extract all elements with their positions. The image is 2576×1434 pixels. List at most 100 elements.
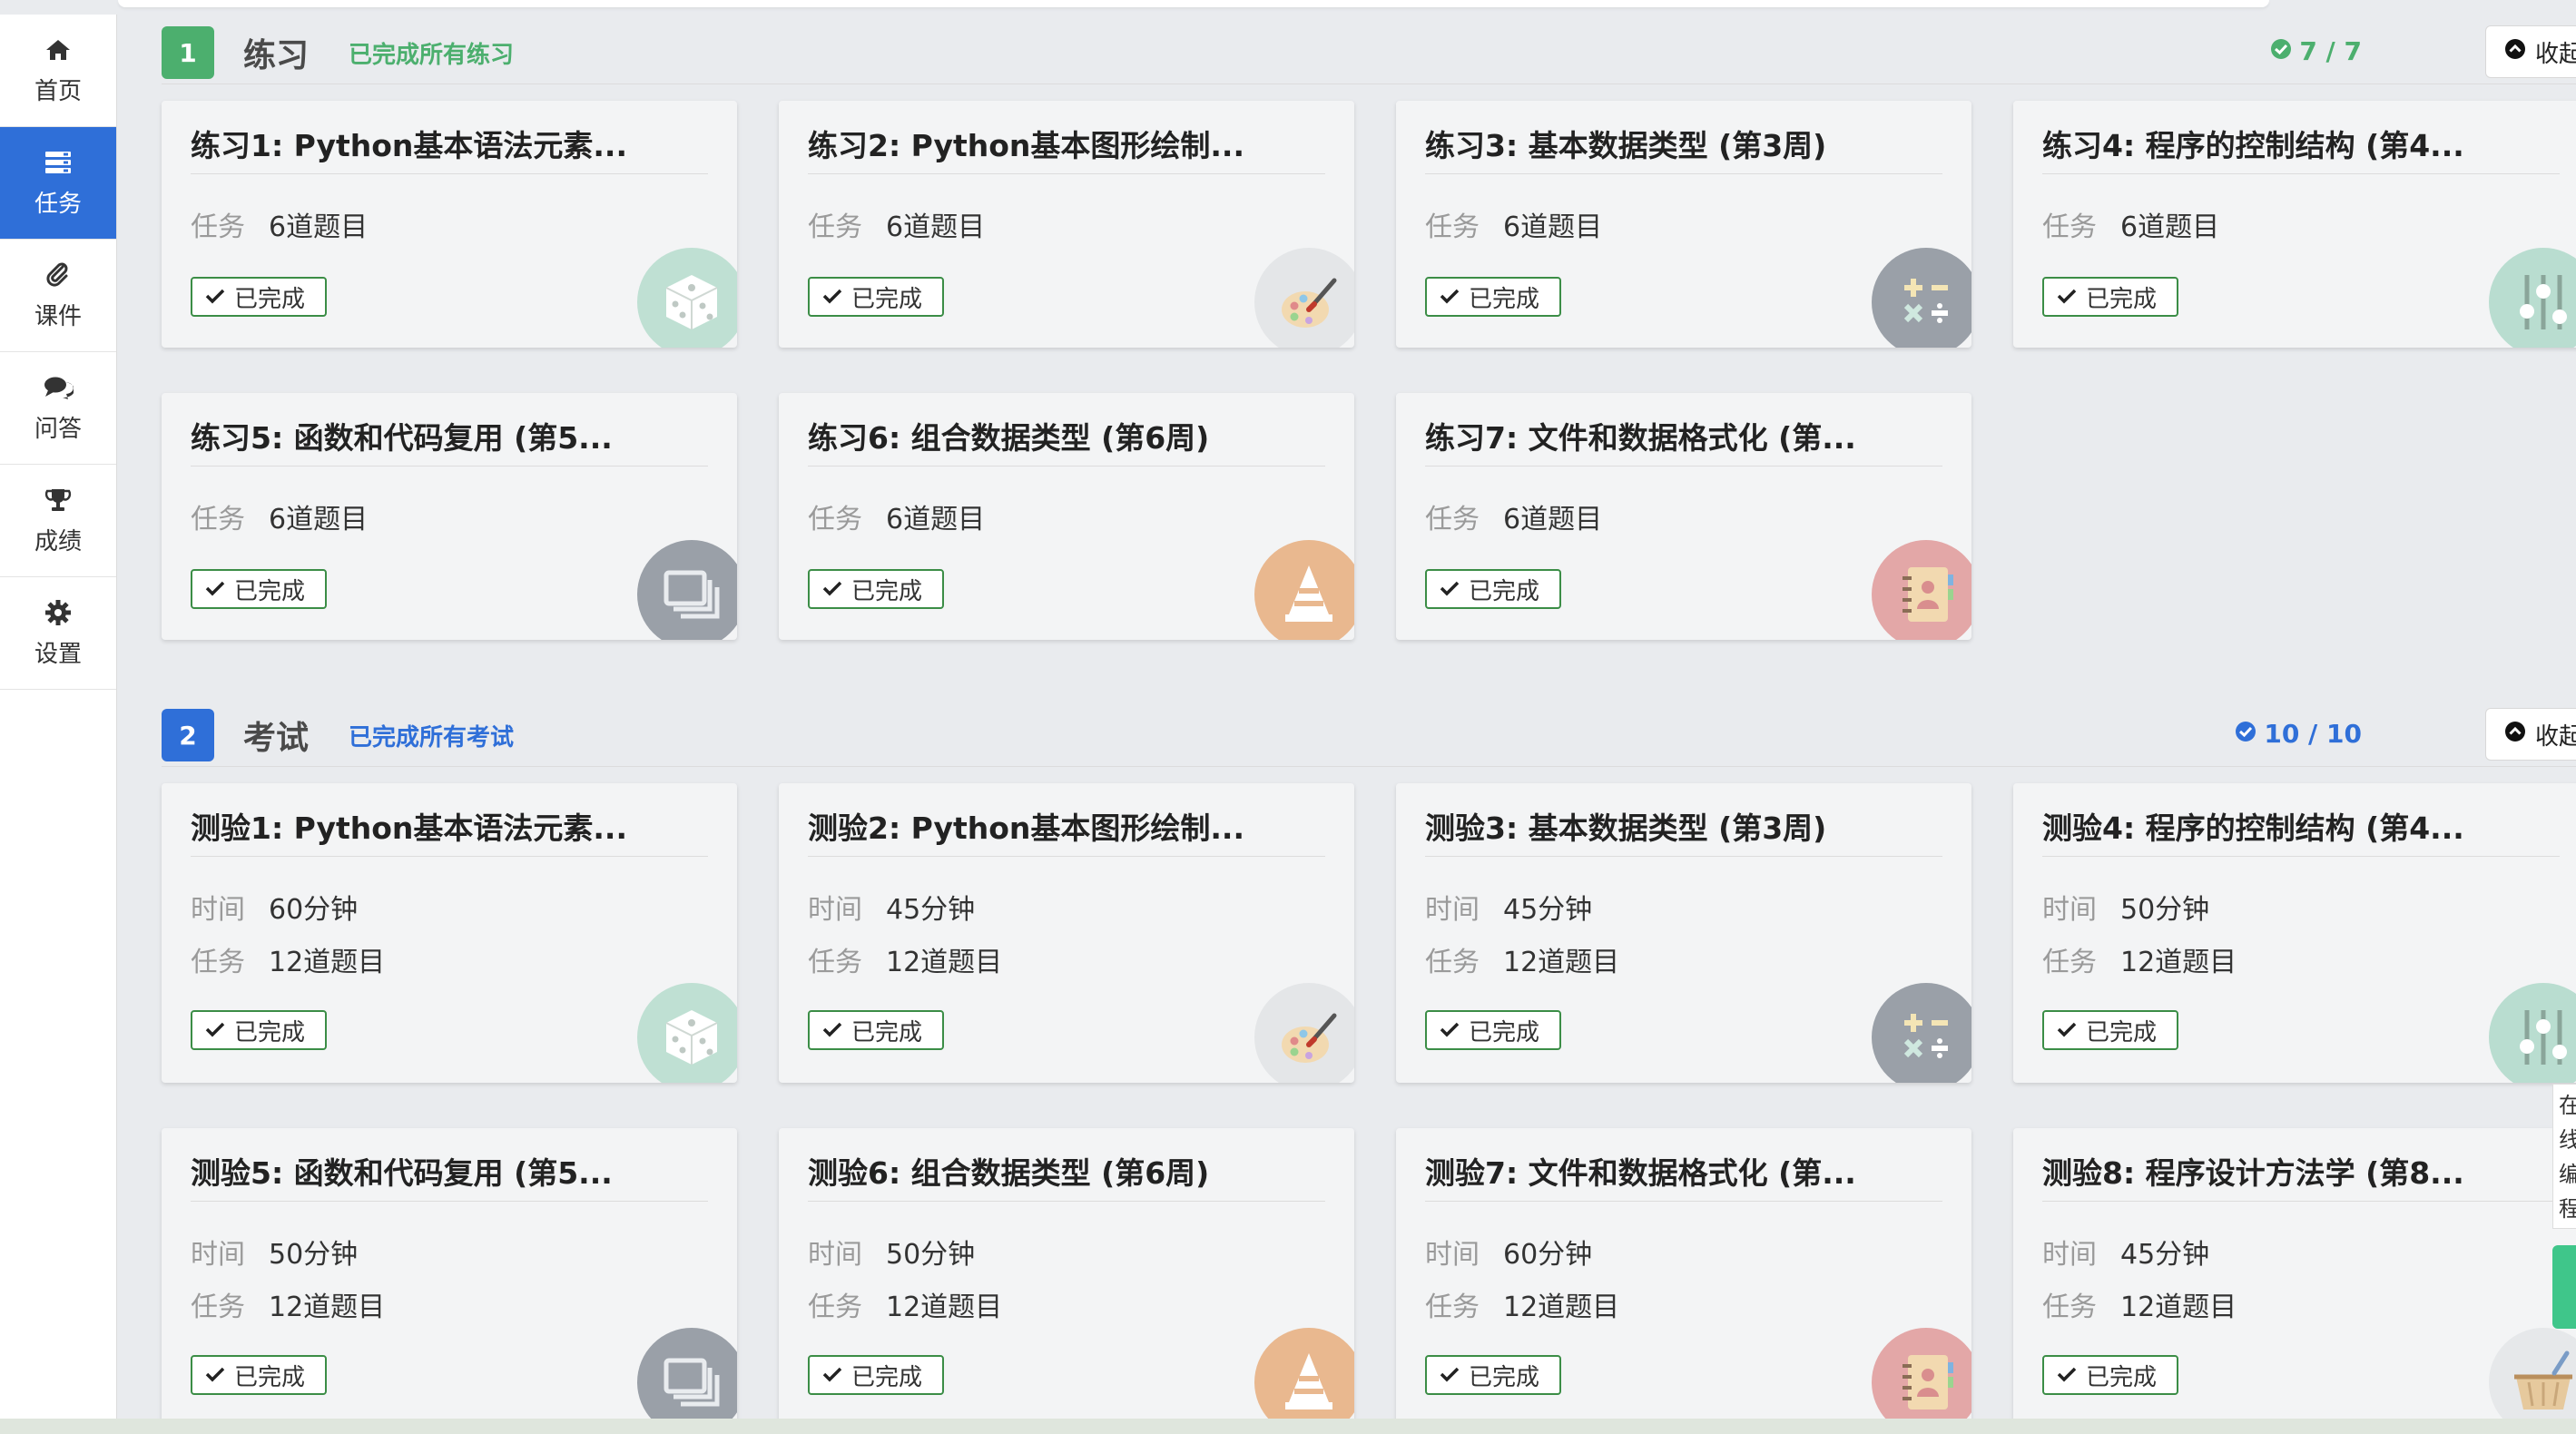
info-value: 6道题目 bbox=[2120, 211, 2220, 243]
completed-label: 已完成 bbox=[1469, 285, 1540, 313]
check-icon bbox=[822, 283, 842, 310]
check-icon bbox=[822, 1361, 842, 1389]
card-title: 练习1: Python基本语法元素... bbox=[191, 119, 708, 174]
completed-label: 已完成 bbox=[234, 1363, 306, 1391]
check-icon bbox=[1440, 1017, 1460, 1044]
progress-count-text: 7 / 7 bbox=[2299, 36, 2362, 66]
task-card[interactable]: 练习7: 文件和数据格式化 (第... 任务 6道题目 已完成 bbox=[1396, 393, 1971, 640]
trophy-icon bbox=[43, 485, 74, 516]
task-card[interactable]: 练习5: 函数和代码复用 (第5... 任务 6道题目 已完成 bbox=[162, 393, 737, 640]
task-card[interactable]: 练习2: Python基本图形绘制... 任务 6道题目 已完成 bbox=[779, 101, 1354, 348]
collapse-button[interactable]: 收起 bbox=[2485, 25, 2576, 78]
collapse-button[interactable]: 收起 bbox=[2485, 708, 2576, 761]
completed-badge: 已完成 bbox=[191, 1010, 328, 1050]
info-label: 时间 bbox=[808, 894, 862, 926]
nav-home[interactable]: 首页 bbox=[0, 15, 116, 127]
nav-item-label: 课件 bbox=[34, 303, 82, 330]
nav-settings[interactable]: 设置 bbox=[0, 577, 116, 690]
completed-badge: 已完成 bbox=[1425, 277, 1562, 317]
dice-icon bbox=[637, 248, 737, 348]
info-value: 12道题目 bbox=[886, 1292, 1003, 1323]
info-value: 12道题目 bbox=[1503, 1292, 1620, 1323]
task-card[interactable]: 测验1: Python基本语法元素... 时间 60分钟 任务 12道题目 已完成 bbox=[162, 783, 737, 1083]
task-card[interactable]: 测验5: 函数和代码复用 (第5... 时间 50分钟 任务 12道题目 已完成 bbox=[162, 1128, 737, 1419]
task-card[interactable]: 练习1: Python基本语法元素... 任务 6道题目 已完成 bbox=[162, 101, 737, 348]
card-title: 练习4: 程序的控制结构 (第4... bbox=[2042, 119, 2560, 174]
card-title: 测验6: 组合数据类型 (第6周) bbox=[808, 1146, 1325, 1202]
card-info-row: 时间 45分钟 bbox=[2042, 1232, 2209, 1272]
card-info-row: 时间 45分钟 bbox=[1425, 887, 1592, 927]
completed-badge: 已完成 bbox=[808, 277, 945, 317]
card-title: 练习3: 基本数据类型 (第3周) bbox=[1425, 119, 1942, 174]
task-card[interactable]: 测验4: 程序的控制结构 (第4... 时间 50分钟 任务 12道题目 已完成 bbox=[2013, 783, 2576, 1083]
completed-badge: 已完成 bbox=[808, 1355, 945, 1395]
completed-label: 已完成 bbox=[851, 577, 923, 605]
check-icon bbox=[1440, 575, 1460, 603]
windows-icon bbox=[637, 1328, 737, 1419]
info-label: 时间 bbox=[2042, 1239, 2097, 1271]
floating-help-button[interactable] bbox=[2552, 1245, 2576, 1329]
check-icon bbox=[2057, 1361, 2077, 1389]
card-title: 练习6: 组合数据类型 (第6周) bbox=[808, 411, 1325, 467]
card-info-row: 时间 60分钟 bbox=[1425, 1232, 1592, 1272]
nav-courseware[interactable]: 课件 bbox=[0, 240, 116, 352]
info-value: 6道题目 bbox=[269, 211, 369, 243]
task-card[interactable]: 测验7: 文件和数据格式化 (第... 时间 60分钟 任务 12道题目 已完成 bbox=[1396, 1128, 1971, 1419]
basket-icon bbox=[2489, 1328, 2576, 1419]
completed-badge: 已完成 bbox=[1425, 1355, 1562, 1395]
card-info-row: 任务 12道题目 bbox=[191, 1284, 385, 1324]
card-info-row: 任务 6道题目 bbox=[808, 496, 985, 536]
completed-label: 已完成 bbox=[2086, 1018, 2158, 1046]
card-info-row: 任务 6道题目 bbox=[191, 496, 368, 536]
section-title: 考试 bbox=[243, 720, 310, 757]
task-card[interactable]: 测验8: 程序设计方法学 (第8... 时间 45分钟 任务 12道题目 已完成 bbox=[2013, 1128, 2576, 1419]
home-icon bbox=[43, 34, 74, 65]
info-value: 50分钟 bbox=[2120, 894, 2210, 926]
section-header: 1 练习 已完成所有练习 7 / 7 收起 bbox=[162, 25, 2576, 80]
task-card[interactable]: 测验2: Python基本图形绘制... 时间 45分钟 任务 12道题目 已完成 bbox=[779, 783, 1354, 1083]
check-icon bbox=[822, 575, 842, 603]
info-value: 50分钟 bbox=[269, 1239, 359, 1271]
card-info-row: 任务 12道题目 bbox=[191, 939, 385, 979]
online-coding-panel[interactable]: 在线编程 bbox=[2552, 1084, 2576, 1229]
check-icon bbox=[205, 1361, 225, 1389]
dice-icon bbox=[637, 983, 737, 1083]
info-value: 6道题目 bbox=[269, 504, 369, 535]
chevron-up-circle-icon bbox=[2504, 38, 2526, 66]
nav-item-label: 任务 bbox=[34, 191, 82, 218]
task-card[interactable]: 测验3: 基本数据类型 (第3周) 时间 45分钟 任务 12道题目 已完成 bbox=[1396, 783, 1971, 1083]
chevron-up-circle-icon bbox=[2504, 721, 2526, 749]
completed-badge: 已完成 bbox=[808, 1010, 945, 1050]
info-label: 任务 bbox=[1425, 947, 1480, 978]
task-card[interactable]: 练习3: 基本数据类型 (第3周) 任务 6道题目 已完成 bbox=[1396, 101, 1971, 348]
nav-qa[interactable]: 问答 bbox=[0, 352, 116, 465]
nav-tasks[interactable]: 任务 bbox=[0, 127, 116, 240]
completed-label: 已完成 bbox=[2086, 285, 2158, 313]
completed-label: 已完成 bbox=[1469, 577, 1540, 605]
nav-grades[interactable]: 成绩 bbox=[0, 465, 116, 577]
task-card[interactable]: 测验6: 组合数据类型 (第6周) 时间 50分钟 任务 12道题目 已完成 bbox=[779, 1128, 1354, 1419]
card-info-row: 时间 45分钟 bbox=[808, 887, 975, 927]
top-search-bar-edge bbox=[118, 0, 2269, 7]
completed-badge: 已完成 bbox=[191, 277, 328, 317]
section-progress-count: 10 / 10 bbox=[2235, 719, 2362, 749]
completed-label: 已完成 bbox=[234, 1018, 306, 1046]
task-card[interactable]: 练习4: 程序的控制结构 (第4... 任务 6道题目 已完成 bbox=[2013, 101, 2576, 348]
completed-label: 已完成 bbox=[851, 1363, 923, 1391]
info-value: 45分钟 bbox=[2120, 1239, 2210, 1271]
card-info-row: 任务 12道题目 bbox=[1425, 939, 1619, 979]
completed-badge: 已完成 bbox=[1425, 569, 1562, 609]
info-label: 时间 bbox=[1425, 894, 1480, 926]
info-label: 任务 bbox=[808, 947, 862, 978]
card-info-row: 任务 12道题目 bbox=[1425, 1284, 1619, 1324]
info-label: 任务 bbox=[1425, 1292, 1480, 1323]
completed-label: 已完成 bbox=[2086, 1363, 2158, 1391]
task-card[interactable]: 练习6: 组合数据类型 (第6周) 任务 6道题目已完成 bbox=[779, 393, 1354, 640]
check-circle-icon bbox=[2270, 36, 2292, 66]
paperclip-icon bbox=[43, 260, 74, 290]
card-title: 练习5: 函数和代码复用 (第5... bbox=[191, 411, 708, 467]
info-value: 12道题目 bbox=[269, 1292, 386, 1323]
calculator-icon bbox=[1872, 983, 1971, 1083]
collapse-label: 收起 bbox=[2535, 40, 2576, 68]
info-label: 任务 bbox=[2042, 947, 2097, 978]
